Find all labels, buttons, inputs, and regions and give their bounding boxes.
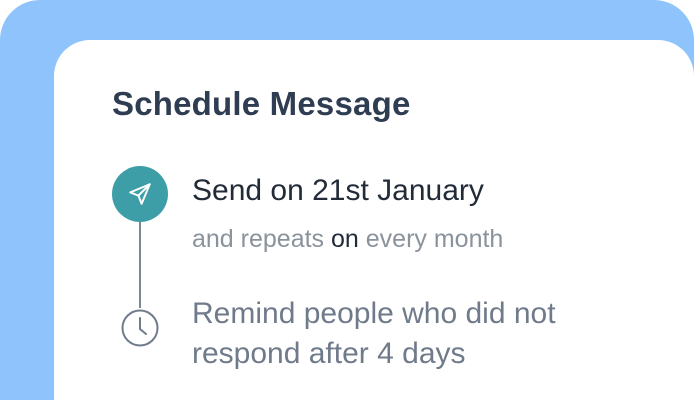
clock-icon xyxy=(120,308,160,348)
send-icon xyxy=(112,166,168,222)
repeat-frequency-text: and repeats on every month xyxy=(192,225,503,254)
repeat-suffix: every month xyxy=(365,225,504,253)
card-title: Schedule Message xyxy=(112,85,411,122)
send-date-text: Send on 21st January xyxy=(192,174,484,207)
repeat-joiner: on xyxy=(331,225,359,253)
schedule-message-card: Schedule Message Send on 21st January an… xyxy=(54,40,694,400)
reminder-text: Remind people who did not respond after … xyxy=(192,297,556,370)
repeat-prefix: and repeats xyxy=(192,225,325,253)
